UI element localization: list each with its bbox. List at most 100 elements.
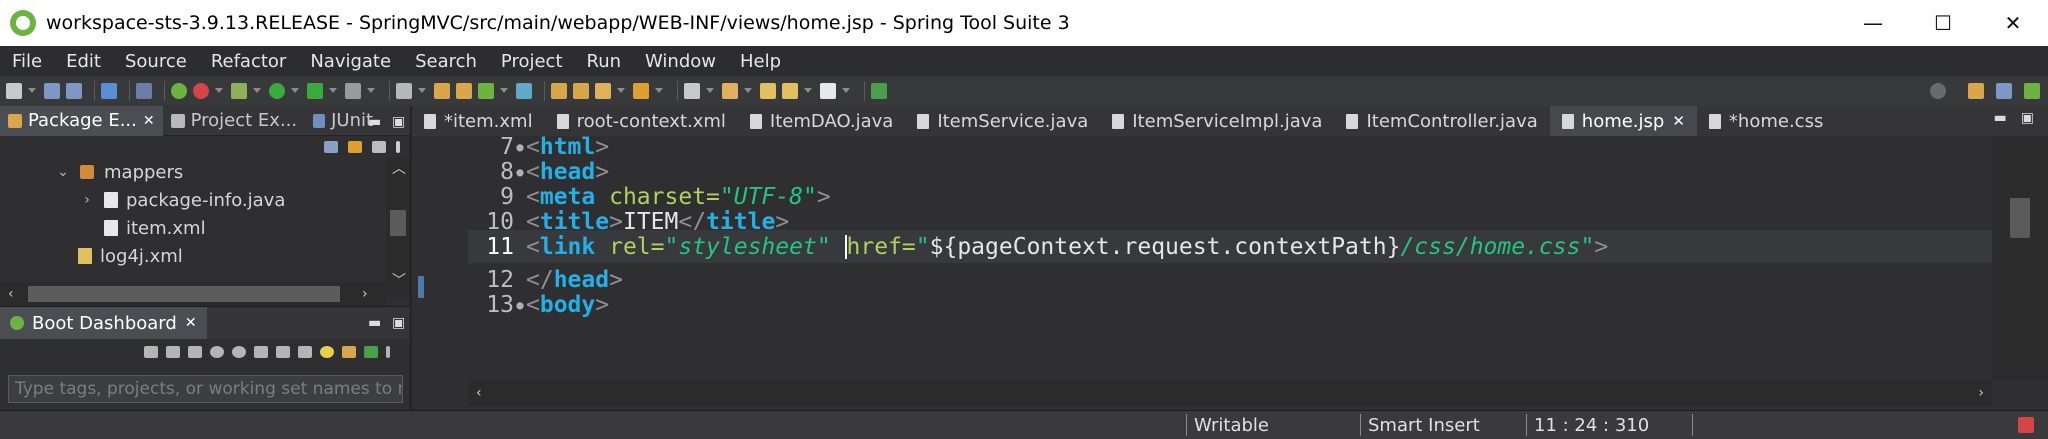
tab-itemcontroller-java[interactable]: ItemController.java [1334, 106, 1549, 136]
save-all-icon[interactable] [66, 83, 82, 99]
chevron-down-icon[interactable] [842, 88, 850, 94]
chevron-down-icon[interactable] [655, 88, 663, 94]
search-icon[interactable] [633, 83, 649, 99]
spring-boot-icon[interactable] [171, 83, 187, 99]
fold-icon[interactable]: ● [514, 140, 526, 154]
boot-filter-input[interactable] [8, 375, 403, 403]
close-window-button[interactable]: ✕ [1978, 0, 2048, 46]
scroll-down-icon[interactable]: ﹀ [392, 270, 406, 290]
expose-icon[interactable] [342, 346, 356, 358]
start-icon[interactable] [144, 346, 158, 358]
tab-root-context-xml[interactable]: root-context.xml [545, 106, 738, 136]
open-task-icon[interactable] [573, 83, 589, 99]
chevron-down-icon[interactable] [215, 88, 223, 94]
view-menu-icon[interactable] [386, 346, 390, 358]
notification-icon[interactable] [2018, 417, 2034, 433]
close-icon[interactable]: ✕ [143, 113, 155, 129]
chevron-down-icon[interactable] [291, 88, 299, 94]
open-perspective-icon[interactable] [1968, 83, 1984, 99]
fold-icon[interactable]: ● [514, 298, 526, 312]
menu-source[interactable]: Source [113, 51, 199, 72]
console-icon[interactable] [101, 83, 117, 99]
edit-icon[interactable] [276, 346, 290, 358]
scroll-up-icon[interactable]: ︿ [392, 158, 406, 178]
fold-icon[interactable]: ● [514, 165, 526, 179]
skip-breakpoints-icon[interactable] [136, 83, 152, 99]
spring-explorer-icon[interactable] [871, 83, 887, 99]
scroll-thumb[interactable] [390, 210, 406, 236]
chevron-down-icon[interactable] [329, 88, 337, 94]
maximize-editor-button[interactable]: ▣ [2021, 110, 2034, 126]
back-icon[interactable] [782, 83, 798, 99]
scroll-right-icon[interactable]: › [362, 286, 368, 302]
save-icon[interactable] [44, 83, 60, 99]
chevron-down-icon[interactable] [804, 88, 812, 94]
tab-boot-dashboard[interactable]: Boot Dashboard ✕ [0, 307, 207, 339]
new-package-icon[interactable] [456, 83, 472, 99]
close-icon[interactable]: ✕ [185, 315, 197, 331]
menu-project[interactable]: Project [489, 51, 575, 72]
new-java-project-icon[interactable] [434, 83, 450, 99]
chevron-down-icon[interactable]: ⌄ [56, 164, 70, 180]
chevron-down-icon[interactable] [706, 88, 714, 94]
paint-brush-icon[interactable] [595, 83, 611, 99]
menu-run[interactable]: Run [575, 51, 634, 72]
view-menu-icon[interactable] [396, 141, 400, 153]
stop-server-icon[interactable] [345, 83, 361, 99]
scroll-left-icon[interactable]: ‹ [8, 286, 14, 302]
tree-item-package-info[interactable]: › package-info.java [80, 186, 285, 214]
new-icon[interactable] [6, 83, 22, 99]
scroll-thumb[interactable] [2010, 198, 2030, 238]
tab-home-jsp[interactable]: home.jsp ✕ [1549, 106, 1697, 136]
tree-item-log4j-xml[interactable]: log4j.xml [78, 242, 183, 266]
maximize-view-button[interactable]: ▣ [392, 114, 405, 130]
spring-perspective-icon[interactable] [2024, 83, 2040, 99]
menu-help[interactable]: Help [728, 51, 793, 72]
code-editor[interactable]: 7 ● <html> 8 ● <head> 9 <meta charset="UTF-8"… [412, 136, 2048, 410]
status-insert-mode[interactable]: Smart Insert [1368, 415, 1480, 436]
explorer-vertical-scrollbar[interactable]: ︿ ﹀ [386, 158, 410, 298]
open-type-icon[interactable] [551, 83, 567, 99]
open-browser-icon[interactable] [210, 346, 224, 358]
new-interface-icon[interactable] [516, 83, 532, 99]
debug-icon[interactable] [231, 83, 247, 99]
scroll-left-icon[interactable]: ‹ [476, 385, 482, 401]
chevron-down-icon[interactable] [253, 88, 261, 94]
server-icon[interactable] [396, 83, 412, 99]
menu-window[interactable]: Window [633, 51, 728, 72]
minimize-button[interactable]: — [1838, 0, 1908, 46]
collapse-all-icon[interactable] [324, 141, 338, 153]
chevron-down-icon[interactable] [617, 88, 625, 94]
annotation-icon[interactable] [684, 83, 700, 99]
java-perspective-icon[interactable] [1996, 83, 2012, 99]
stop-icon[interactable] [193, 83, 209, 99]
properties-icon[interactable] [298, 346, 312, 358]
maximize-view-button[interactable]: ▣ [392, 315, 405, 331]
chevron-down-icon[interactable] [418, 88, 426, 94]
explorer-horizontal-scrollbar[interactable]: ‹ › [0, 282, 387, 306]
link-with-editor-icon[interactable] [348, 141, 362, 153]
quick-access-icon[interactable] [1930, 83, 1946, 99]
tab-itemserviceimpl-java[interactable]: ItemServiceImpl.java [1100, 106, 1334, 136]
scroll-thumb[interactable] [28, 286, 340, 302]
scroll-right-icon[interactable]: › [1978, 385, 1984, 401]
editor-horizontal-scrollbar[interactable]: ‹ › [468, 380, 1992, 406]
tab-package-explorer[interactable]: Package E... ✕ [0, 105, 163, 136]
menu-search[interactable]: Search [403, 51, 489, 72]
run-icon[interactable] [269, 83, 285, 99]
maximize-button[interactable]: ☐ [1908, 0, 1978, 46]
close-icon[interactable]: ✕ [1672, 112, 1685, 130]
menu-file[interactable]: File [0, 51, 54, 72]
add-icon[interactable] [364, 346, 378, 358]
chevron-down-icon[interactable] [367, 88, 375, 94]
code-line[interactable]: 13 ● <body> [468, 288, 1992, 321]
menu-navigate[interactable]: Navigate [298, 51, 403, 72]
external-tools-icon[interactable] [307, 83, 323, 99]
code-lines[interactable]: 7 ● <html> 8 ● <head> 9 <meta charset="UTF-8"… [468, 136, 1992, 380]
menu-refactor[interactable]: Refactor [199, 51, 299, 72]
open-console-icon[interactable] [232, 346, 246, 358]
menu-edit[interactable]: Edit [54, 51, 113, 72]
chevron-down-icon[interactable] [28, 88, 36, 94]
forward-icon[interactable] [820, 83, 836, 99]
code-line-current[interactable]: 11 <link rel="stylesheet" href="${pageCon… [468, 230, 1992, 263]
